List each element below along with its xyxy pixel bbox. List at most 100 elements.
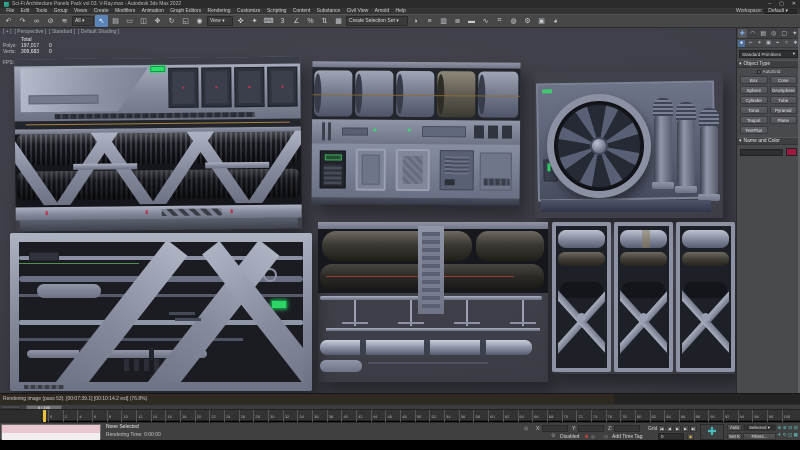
close-button[interactable]: ✕ (792, 1, 796, 7)
geometry-category[interactable]: ● (738, 40, 745, 47)
model-drum-wall-panel[interactable] (312, 61, 521, 205)
subcategory-dropdown[interactable]: Standard Primitives▾ (739, 50, 798, 58)
snaps-toggle-icon[interactable]: 3 (276, 15, 289, 27)
select-and-move-icon[interactable]: ✥ (151, 15, 164, 27)
keyboard-override-icon[interactable]: ⌨ (262, 15, 275, 27)
current-frame-field[interactable]: 0 (658, 433, 684, 440)
use-pivot-point-icon[interactable]: ✜ (234, 15, 247, 27)
y-coordinate-field[interactable] (578, 425, 604, 432)
edit-named-sets-icon[interactable]: ▦ (332, 15, 345, 27)
next-frame-button[interactable]: ▶ (682, 425, 689, 432)
set-keys-button[interactable]: ✚ (700, 424, 724, 440)
object-type-button[interactable]: Cylinder (740, 96, 768, 104)
select-and-scale-icon[interactable]: ◱ (179, 15, 192, 27)
render-setup-icon[interactable]: ⚙ (521, 15, 534, 27)
go-to-start-button[interactable]: |◀ (658, 425, 665, 432)
viewport-label-segment[interactable]: [ + ] (3, 29, 11, 35)
model-fan-pipes-panel[interactable] (535, 72, 723, 218)
mirror-icon[interactable]: ◑ (409, 15, 422, 27)
undo-icon[interactable]: ↶ (2, 15, 15, 27)
curve-editor-icon[interactable]: ∿ (479, 15, 492, 27)
model-torpedo-rack-panel[interactable] (318, 222, 548, 382)
display-tab[interactable]: ▢ (780, 29, 789, 38)
spinner-snap-icon[interactable]: ⇅ (318, 15, 331, 27)
hierarchy-tab[interactable]: ▤ (759, 29, 768, 38)
select-object-icon[interactable]: ↖ (95, 15, 108, 27)
modify-tab[interactable]: ◠ (748, 29, 757, 38)
unlink-selection-icon[interactable]: ⊘ (44, 15, 57, 27)
lights-category[interactable]: ✶ (756, 40, 763, 47)
maxscript-mini-listener[interactable] (1, 424, 101, 439)
create-tab[interactable]: ✚ (738, 29, 747, 38)
select-and-manipulate-icon[interactable]: ✦ (248, 15, 261, 27)
set-key-button[interactable]: Set K (727, 433, 742, 440)
object-type-button[interactable]: Pyramid (770, 106, 798, 114)
time-slider-caret[interactable] (43, 410, 46, 422)
object-color-swatch[interactable] (786, 148, 797, 156)
auto-key-button[interactable]: Auto (727, 424, 742, 431)
model-armored-truss-panel[interactable] (14, 57, 302, 232)
timeline-ruler[interactable]: 0246810121416182022242628303234363840424… (0, 409, 800, 421)
viewport-label-segment[interactable]: [ Perspective ] (14, 29, 46, 35)
gear-icon[interactable]: ⚙ (551, 433, 555, 439)
window-crossing-icon[interactable]: ◫ (137, 15, 150, 27)
reference-coordinate-dropdown[interactable]: View ▾ (207, 16, 233, 26)
named-selection-sets-dropdown[interactable]: Create Selection Set ▾ (346, 16, 408, 26)
object-type-button[interactable]: Cone (770, 76, 798, 84)
model-cylinder-rack-panel[interactable] (552, 222, 735, 374)
viewport-label-segment[interactable]: [ Default Shading ] (78, 29, 119, 35)
minimize-button[interactable]: – (768, 1, 771, 7)
maximize-viewport-icon[interactable]: ◱ (788, 432, 793, 438)
rectangular-selection-region-icon[interactable]: ▭ (123, 15, 136, 27)
z-coordinate-field[interactable] (614, 425, 640, 432)
select-and-rotate-icon[interactable]: ↻ (165, 15, 178, 27)
object-type-button[interactable]: TextPlus (740, 126, 768, 134)
shapes-category[interactable]: ∾ (747, 40, 754, 47)
helpers-category[interactable]: ⌖ (774, 40, 781, 47)
go-to-end-button[interactable]: ▶| (690, 425, 697, 432)
percent-snap-icon[interactable]: % (304, 15, 317, 27)
select-and-place-icon[interactable]: ◉ (193, 15, 206, 27)
orbit-icon[interactable]: ↻ (783, 432, 788, 438)
previous-frame-button[interactable]: ◀ (666, 425, 673, 432)
selection-filter-dropdown[interactable]: All ▾ (72, 16, 94, 26)
object-type-button[interactable]: Torus (740, 106, 768, 114)
object-type-button[interactable]: Box (740, 76, 768, 84)
model-diagonal-frame-panel[interactable] (10, 233, 312, 391)
autogrid-checkbox[interactable]: AutoGrid (737, 68, 800, 75)
space-warps-category[interactable]: ≈ (783, 40, 790, 47)
select-by-name-icon[interactable]: ▤ (109, 15, 122, 27)
toggle-layer-explorer-icon[interactable]: ≣ (451, 15, 464, 27)
key-mode-toggle-icon[interactable]: ◆ (687, 433, 694, 440)
cameras-category[interactable]: ▣ (765, 40, 772, 47)
bind-to-space-warp-icon[interactable]: ≋ (58, 15, 71, 27)
play-button[interactable]: ▶ (674, 425, 681, 432)
align-icon[interactable]: ≡ (423, 15, 436, 27)
viewport-layout-icon[interactable]: ▦ (794, 432, 799, 438)
zoom-all-icon[interactable]: ⊛ (783, 425, 788, 431)
name-and-color-rollout[interactable]: ▾ Name and Color (737, 137, 800, 145)
zoom-extents-icon[interactable]: ⊡ (788, 425, 793, 431)
perspective-viewport[interactable]: [ + ][ Perspective ][ Standard ][ Defaul… (0, 28, 736, 393)
material-editor-icon[interactable]: ◍ (507, 15, 520, 27)
toggle-scene-explorer-icon[interactable]: ▥ (437, 15, 450, 27)
viewport-label-segment[interactable]: [ Standard ] (49, 29, 75, 35)
object-type-button[interactable]: GeoSphere (770, 86, 798, 94)
zoom-icon[interactable]: ⊕ (777, 425, 782, 431)
pan-view-icon[interactable]: ✛ (777, 432, 782, 438)
object-type-button[interactable]: Sphere (740, 86, 768, 94)
key-filters-button[interactable]: Filters... (743, 433, 776, 440)
selection-lock-icon[interactable]: ⊞ (524, 426, 528, 432)
selection-set-dropdown[interactable]: Selected ▾ (743, 424, 776, 431)
object-type-rollout[interactable]: ▾ Object Type (737, 60, 800, 68)
workspace-dropdown[interactable]: Default ▾ (764, 9, 797, 14)
object-type-button[interactable]: Teapot (740, 116, 768, 124)
toggle-ribbon-icon[interactable]: ▬ (465, 15, 478, 27)
object-name-field[interactable] (740, 149, 783, 156)
redo-icon[interactable]: ↷ (16, 15, 29, 27)
x-coordinate-field[interactable] (542, 425, 568, 432)
angle-snap-icon[interactable]: ∠ (290, 15, 303, 27)
object-type-button[interactable]: Tube (770, 96, 798, 104)
object-type-button[interactable]: Plane (770, 116, 798, 124)
rendered-frame-window-icon[interactable]: ▣ (535, 15, 548, 27)
